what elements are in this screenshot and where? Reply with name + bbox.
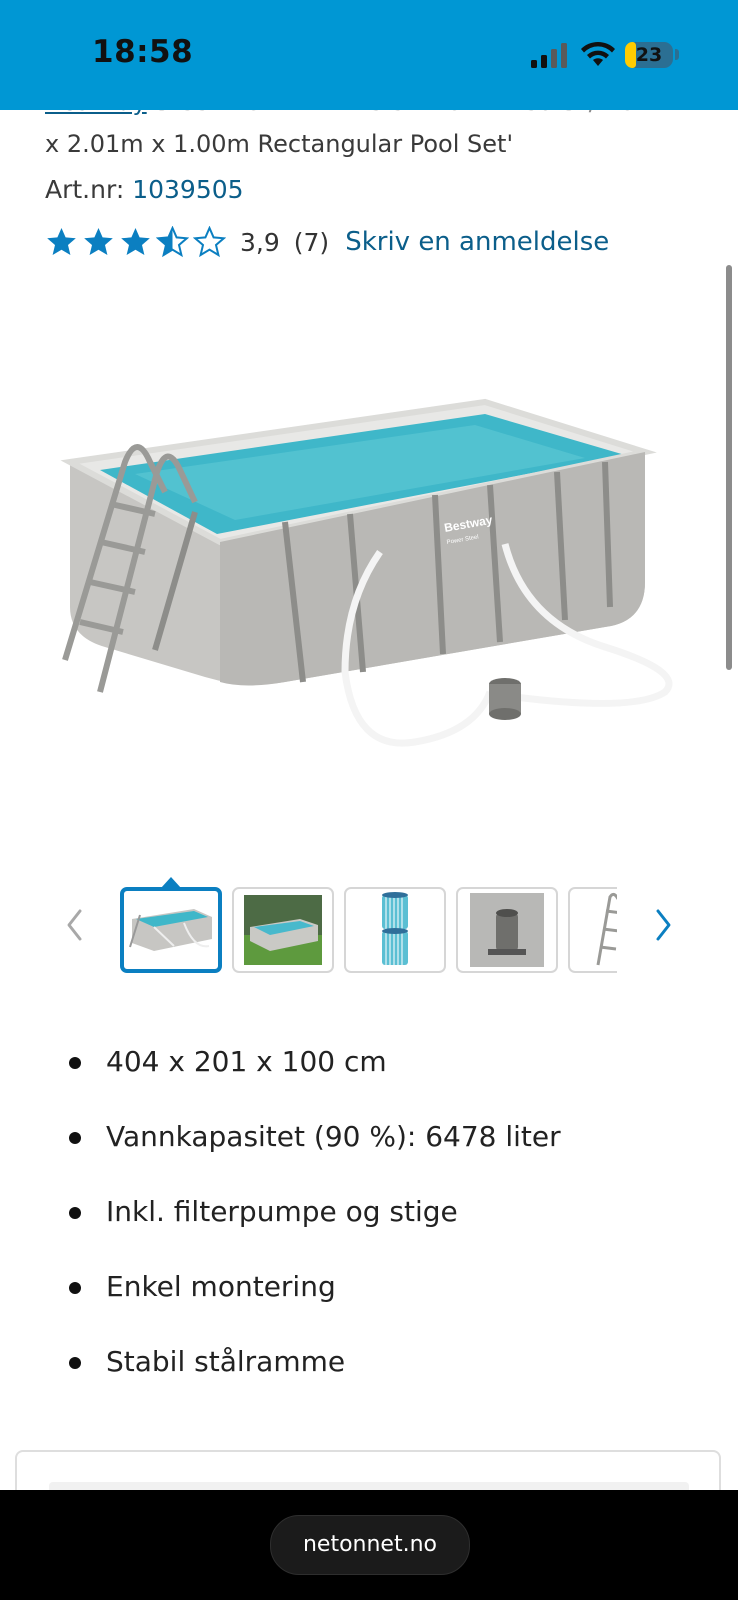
product-image[interactable]: Bestway Power Steel <box>45 392 690 782</box>
feature-text: 404 x 201 x 100 cm <box>106 1045 387 1078</box>
wifi-icon <box>581 41 615 66</box>
bullet-icon <box>69 1357 81 1369</box>
bullet-icon <box>69 1282 81 1294</box>
star-half-icon <box>156 225 189 257</box>
filter-cartridge-thumb-image <box>382 892 408 965</box>
battery-tip <box>675 49 679 60</box>
star-empty-icon <box>193 225 226 257</box>
ladder-thumb-image <box>596 892 617 966</box>
bullet-icon <box>69 1132 81 1144</box>
feature-text: Stabil stålramme <box>106 1345 346 1378</box>
star-full-icon <box>121 227 150 255</box>
thumbnail-filter-cartridges[interactable] <box>344 887 446 973</box>
filter-pump-thumb-image <box>470 893 544 967</box>
battery-icon: 23 <box>625 42 673 68</box>
status-bar: 18:58 23 <box>0 0 738 110</box>
rating-value: 3,9 <box>240 227 280 257</box>
star-full-icon <box>47 227 76 255</box>
status-time: 18:58 <box>92 34 194 70</box>
thumbnail-pool-set[interactable] <box>120 887 222 973</box>
bullet-icon <box>69 1207 81 1219</box>
write-review-link[interactable]: Skriv en anmeldelse <box>345 227 609 257</box>
feature-text: Vannkapasitet (90 %): 6478 liter <box>106 1120 561 1153</box>
rating-row: 3,9 (7) Skriv en anmeldelse <box>45 222 609 262</box>
garden-thumb-image <box>244 895 322 965</box>
bullet-icon <box>69 1057 81 1069</box>
thumbnail-pool-in-garden[interactable] <box>232 887 334 973</box>
article-number-value: 1039505 <box>132 175 244 204</box>
scroll-indicator <box>726 265 732 670</box>
pool-set-thumb-image <box>129 909 212 951</box>
rating-count[interactable]: (7) <box>294 228 329 257</box>
thumbnail-filter-pump[interactable] <box>456 887 558 973</box>
star-full-icon <box>84 227 113 255</box>
article-number: Art.nr: 1039505 <box>45 175 244 204</box>
product-title-line2: x 2.01m x 1.00m Rectangular Pool Set' <box>45 130 514 158</box>
chevron-right-icon[interactable] <box>648 905 678 945</box>
rating-stars[interactable] <box>45 225 226 259</box>
chevron-left-icon[interactable] <box>60 905 90 945</box>
article-number-label: Art.nr: <box>45 175 125 204</box>
feature-text: Inkl. filterpumpe og stige <box>106 1195 458 1228</box>
address-bar[interactable]: netonnet.no <box>270 1515 470 1575</box>
battery-level: 23 <box>635 44 663 66</box>
cellular-signal-icon <box>531 43 567 68</box>
thumbnail-ladder[interactable] <box>568 887 617 973</box>
thumbnail-strip <box>120 877 617 989</box>
feature-text: Enkel montering <box>106 1270 336 1303</box>
